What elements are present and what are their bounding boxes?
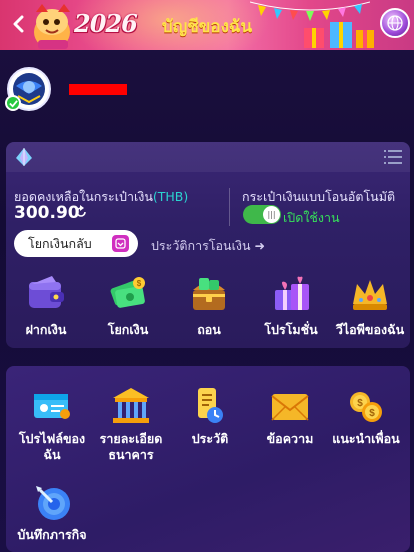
header-banner: 2026 บัญชีของฉัน <box>0 0 414 50</box>
svg-text:$: $ <box>137 279 142 288</box>
bank-icon <box>113 388 149 423</box>
promotion-button[interactable]: โปรโมชั่น <box>251 272 331 342</box>
withdraw-back-button[interactable]: โยกเงินกลับ <box>14 230 138 257</box>
check-icon <box>8 99 18 108</box>
withdraw-back-icon <box>112 235 129 252</box>
toggle-knob: ||| <box>263 206 280 223</box>
menu-item-missions[interactable]: บันทึกภารกิจ <box>10 480 94 543</box>
gem-icon <box>16 148 32 166</box>
currency-label: (THB) <box>152 189 189 204</box>
globe-icon <box>387 15 403 31</box>
refresh-icon[interactable] <box>74 205 88 219</box>
balance-value: 300.90 <box>14 203 80 223</box>
my-vip-button[interactable]: วีไอพีของฉัน <box>330 272 410 342</box>
page-title: บัญชีของฉัน <box>161 17 253 37</box>
toggle-state-label: เปิดใช้งาน <box>283 210 340 225</box>
wallet-card-header <box>6 142 410 172</box>
wallet-card: ยอดคงเหลือในกระเป๋าเงิน(THB) 300.90 กระเ… <box>6 142 410 348</box>
deposit-button[interactable]: ฝากเงิน <box>6 272 86 342</box>
target-icon <box>36 486 70 520</box>
svg-text:$: $ <box>369 408 375 419</box>
menu-item-missions-label: บันทึกภารกิจ <box>17 527 87 542</box>
my-vip-label: วีไอพีของฉัน <box>335 322 405 337</box>
wallet-icon <box>29 276 64 308</box>
menu-item-history[interactable]: ประวัติ <box>168 384 252 447</box>
svg-text:$: $ <box>357 398 363 409</box>
exchange-icon <box>115 238 126 249</box>
withdraw-label: ถอน <box>197 322 221 337</box>
promotion-label: โปรโมชั่น <box>264 322 318 337</box>
transfer-history-link[interactable]: ประวัติการโอนเงิน ➜ <box>151 236 265 256</box>
auto-transfer-toggle[interactable]: ||| <box>243 205 281 224</box>
menu-item-bank-label-2: ธนาคาร <box>108 447 154 462</box>
treasure-chest-icon <box>193 278 225 310</box>
money-icon: $ <box>110 277 145 308</box>
balance-label-text: ยอดคงเหลือในกระเป๋าเงิน <box>14 189 153 204</box>
menu-item-bank-details[interactable]: รายละเอียด ธนาคาร <box>89 384 173 463</box>
profile-card-icon <box>34 394 70 419</box>
menu-item-messages-label: ข้อความ <box>266 431 314 446</box>
coins-icon: $ $ <box>350 392 382 422</box>
history-icon <box>198 388 223 423</box>
withdraw-back-label: โยกเงินกลับ <box>28 235 92 251</box>
menu-item-messages[interactable]: ข้อความ <box>248 384 332 447</box>
menu-item-profile[interactable]: โปรไฟล์ของ ฉัน <box>10 384 94 463</box>
transfer-label: โยกเงิน <box>107 322 149 337</box>
username-redacted <box>69 84 127 95</box>
list-menu-icon[interactable] <box>384 148 402 166</box>
menu-item-history-label: ประวัติ <box>191 431 229 446</box>
menu-item-profile-label-2: ฉัน <box>43 447 61 462</box>
gift-icon <box>275 276 309 310</box>
auto-transfer-label: กระเป๋าเงินแบบโอนอัตโนมัติ <box>242 189 396 204</box>
menu-item-refer-friend[interactable]: $ $ แนะนำเพื่อน <box>324 384 408 447</box>
language-button[interactable] <box>380 8 410 38</box>
deposit-label: ฝากเงิน <box>25 322 67 337</box>
transfer-button[interactable]: $ โยกเงิน <box>88 272 168 342</box>
menu-item-refer-label: แนะนำเพื่อน <box>332 431 400 446</box>
menu-item-bank-label-1: รายละเอียด <box>99 431 163 446</box>
wallet-actions: ฝากเงิน $ โยกเงิน ถอน โปรโมชั่น วีไอพีขอ… <box>6 272 410 342</box>
menu-item-profile-label-1: โปรไฟล์ของ <box>18 431 86 446</box>
verified-badge <box>5 95 21 111</box>
withdraw-button[interactable]: ถอน <box>169 272 249 342</box>
crown-icon <box>353 280 387 310</box>
account-menu-card: โปรไฟล์ของ ฉัน รายละเอียด ธนาคาร ประวัติ <box>6 366 410 552</box>
envelope-icon <box>271 394 309 421</box>
wallet-divider <box>229 188 230 226</box>
